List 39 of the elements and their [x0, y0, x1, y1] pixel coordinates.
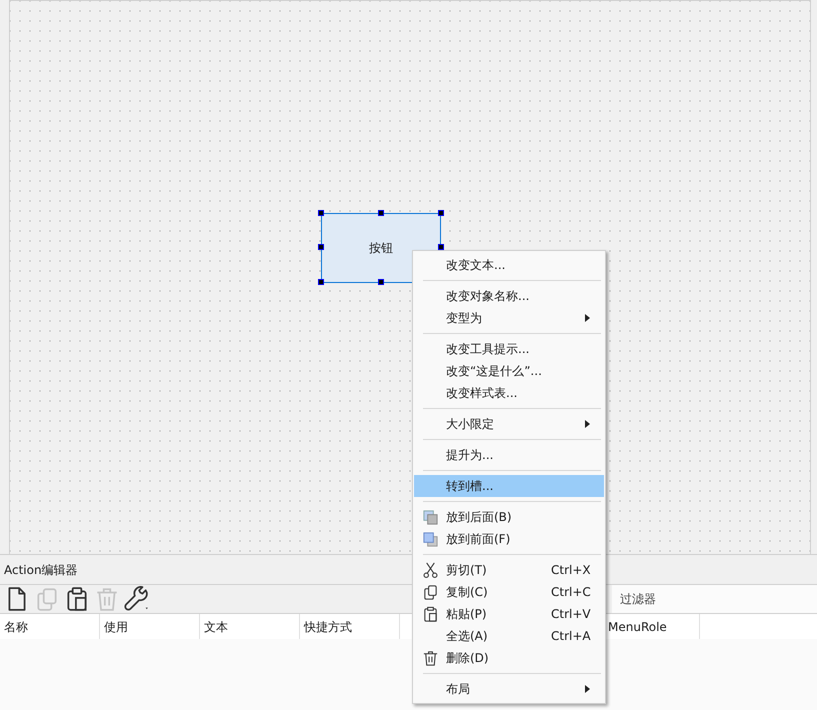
column-header[interactable]: MenuRole — [608, 618, 667, 636]
resize-handle[interactable] — [438, 210, 444, 216]
trash-icon — [422, 650, 438, 666]
shortcut-label: Ctrl+A — [551, 628, 591, 645]
menu-item[interactable]: 改变“这是什么”... — [414, 360, 604, 382]
shortcut-label: Ctrl+C — [551, 584, 591, 601]
copy-icon — [422, 584, 438, 600]
bring-front-icon — [422, 530, 438, 548]
resize-handle[interactable] — [318, 279, 324, 285]
menu-item[interactable]: 放到后面(B) — [414, 506, 604, 528]
shortcut-label: Ctrl+X — [551, 562, 591, 579]
menu-item[interactable]: 提升为... — [414, 444, 604, 466]
shortcut-label: Ctrl+V — [551, 606, 591, 623]
menu-item[interactable]: 改变对象名称... — [414, 285, 604, 307]
column-header[interactable]: 名称 — [4, 618, 28, 636]
menu-item[interactable]: 改变样式表... — [414, 382, 604, 404]
menu-item[interactable]: 改变工具提示... — [414, 338, 604, 360]
wrench-icon[interactable] — [124, 586, 150, 612]
filter-field[interactable]: 过滤器 — [612, 585, 817, 613]
menu-item[interactable]: 剪切(T) Ctrl+X — [414, 559, 604, 581]
menu-item[interactable]: 放到前面(F) — [414, 528, 604, 550]
column-header[interactable]: 使用 — [104, 618, 128, 636]
bring-back-icon — [422, 508, 438, 526]
menu-item[interactable]: 粘贴(P) Ctrl+V — [414, 603, 604, 625]
column-header[interactable]: 快捷方式 — [304, 618, 352, 636]
menu-item[interactable]: 布局 — [414, 678, 604, 700]
resize-handle[interactable] — [438, 244, 444, 250]
scissors-icon — [422, 562, 438, 578]
resize-handle[interactable] — [378, 210, 384, 216]
menu-item[interactable]: 转到槽... — [414, 475, 604, 497]
resize-handle[interactable] — [318, 210, 324, 216]
menu-item[interactable]: 变型为 — [414, 307, 604, 329]
menu-item[interactable]: 全选(A) Ctrl+A — [414, 625, 604, 647]
column-header[interactable]: 文本 — [204, 618, 228, 636]
menu-item[interactable]: 大小限定 — [414, 413, 604, 435]
resize-handle[interactable] — [318, 244, 324, 250]
menu-item[interactable]: 删除(D) — [414, 647, 604, 669]
resize-handle[interactable] — [378, 279, 384, 285]
paste-icon — [422, 606, 438, 622]
